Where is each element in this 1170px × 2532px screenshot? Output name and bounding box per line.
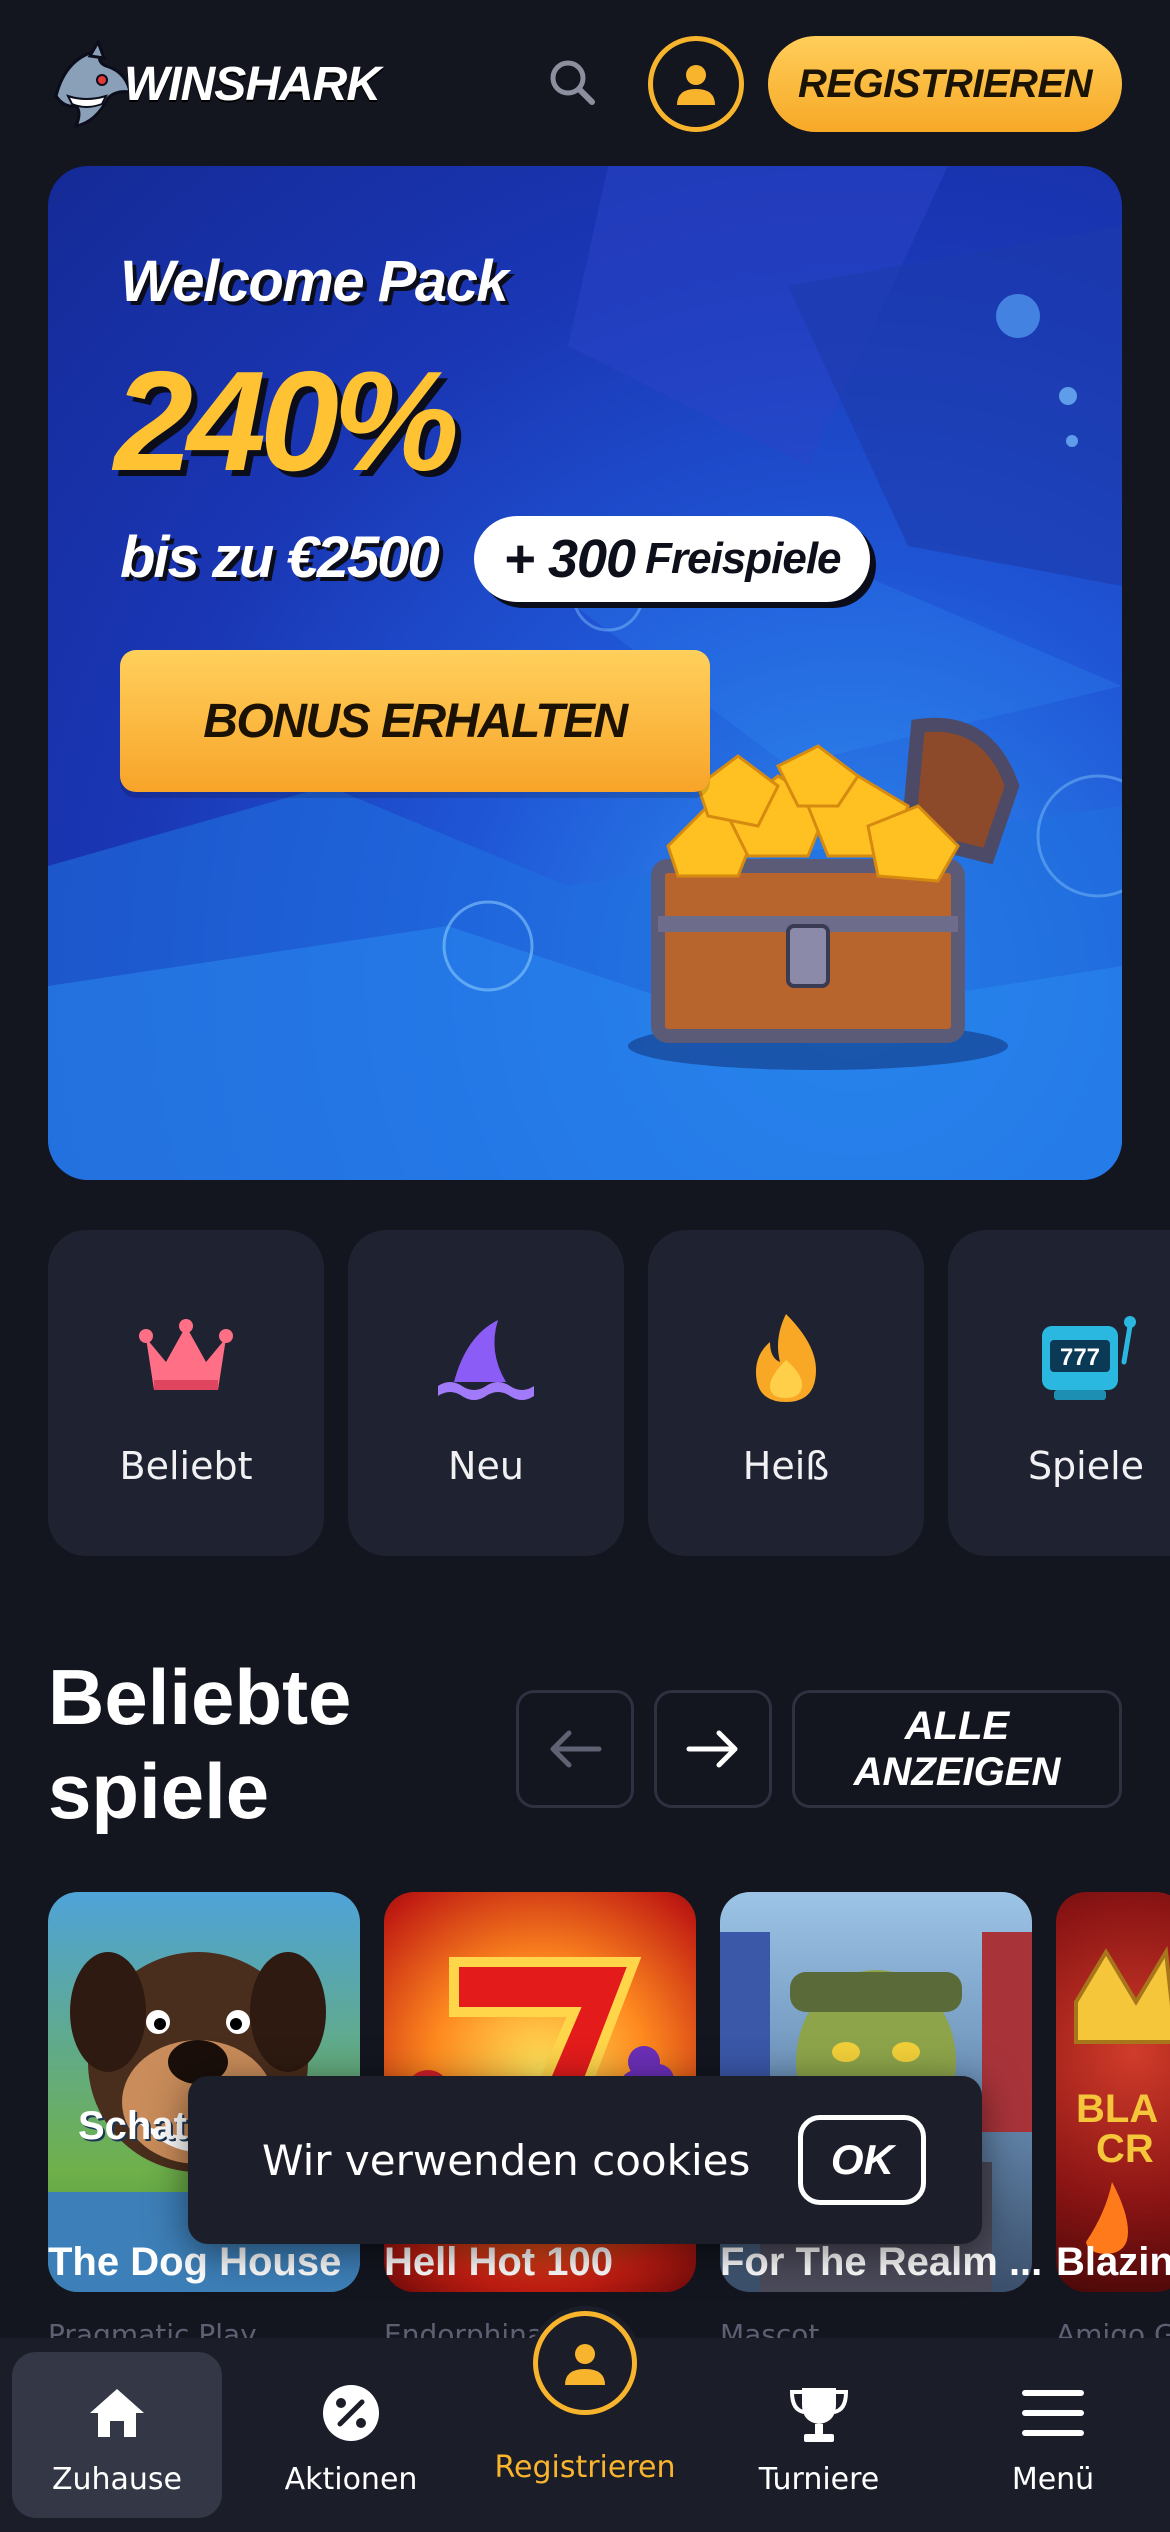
register-button[interactable]: REGISTRIEREN <box>768 36 1122 132</box>
cookie-ok-button[interactable]: OK <box>798 2115 927 2205</box>
bonus-percent: 240% <box>114 342 459 501</box>
free-spins-label: Freispiele <box>645 534 841 583</box>
search-icon <box>550 60 595 105</box>
arrow-right-icon <box>686 1730 738 1768</box>
brand-logo[interactable]: WINSHARK <box>46 36 386 132</box>
nav-label[interactable]: Registrieren <box>470 2450 700 2485</box>
home-icon <box>90 2389 144 2437</box>
blazing-crown-artwork: BLA CR <box>1074 1945 1170 2254</box>
free-spins-count: + 300 <box>503 529 636 589</box>
carousel-prev-button[interactable] <box>516 1690 634 1808</box>
category-hot[interactable]: Heiß <box>648 1230 924 1556</box>
section-title: Beliebte spiele <box>48 1653 352 1835</box>
category-popular[interactable]: Beliebt <box>48 1230 324 1556</box>
game-title[interactable]: Blazin <box>1056 2240 1170 2285</box>
svg-text:777: 777 <box>1060 1344 1100 1371</box>
nav-label: Turniere <box>758 2462 880 2497</box>
svg-text:BLA: BLA <box>1076 2087 1158 2131</box>
category-label: Heiß <box>742 1444 830 1488</box>
nav-menu[interactable]: Menü <box>948 2352 1158 2518</box>
trophy-icon <box>789 2388 849 2442</box>
bonus-max-amount: bis zu €2500 <box>120 525 440 590</box>
nav-label: Aktionen <box>284 2462 418 2497</box>
percent-icon <box>323 2385 379 2441</box>
category-new[interactable]: Neu <box>348 1230 624 1556</box>
game-title[interactable]: The Dog House <box>48 2240 341 2285</box>
game-tile-overlay-text: Schat <box>78 2104 187 2148</box>
user-icon <box>677 65 715 105</box>
user-icon <box>565 2344 605 2385</box>
carousel-next-button[interactable] <box>654 1690 772 1808</box>
category-label: Neu <box>448 1444 524 1488</box>
svg-text:CR: CR <box>1096 2127 1154 2171</box>
account-button[interactable] <box>648 36 744 132</box>
nav-tournaments[interactable]: Turniere <box>714 2352 924 2518</box>
cookie-banner: Wir verwenden cookies OK <box>188 2076 982 2244</box>
nav-home[interactable]: Zuhause <box>12 2352 222 2518</box>
brand-name: WINSHARK <box>124 57 381 111</box>
menu-icon <box>1022 2390 1084 2436</box>
crown-icon <box>139 1319 233 1390</box>
game-title[interactable]: For The Realm ... <box>720 2240 1042 2285</box>
category-games[interactable]: 777 Spiele <box>948 1230 1170 1556</box>
category-label: Spiele <box>1027 1444 1145 1488</box>
game-tile-blazing[interactable]: BLA CR <box>1056 1892 1170 2292</box>
show-all-button[interactable]: ALLE ANZEIGEN <box>792 1690 1122 1808</box>
nav-register[interactable] <box>533 2311 637 2415</box>
free-spins-badge: + 300 Freispiele <box>474 516 870 602</box>
arrow-left-icon <box>550 1730 602 1768</box>
cookie-message: Wir verwenden cookies <box>262 2135 751 2185</box>
game-title[interactable]: Hell Hot 100 <box>384 2240 613 2285</box>
category-label: Beliebt <box>119 1444 253 1488</box>
nav-label: Zuhause <box>51 2462 183 2497</box>
flame-icon <box>756 1314 816 1402</box>
banner-title: Welcome Pack <box>120 249 509 314</box>
slot-machine-icon: 777 <box>1042 1316 1136 1400</box>
nav-label: Menü <box>1011 2462 1095 2497</box>
get-bonus-button[interactable]: BONUS ERHALTEN <box>120 650 710 792</box>
shark-logo-icon <box>54 38 132 129</box>
search-button[interactable] <box>540 50 604 114</box>
nav-promotions[interactable]: Aktionen <box>246 2352 456 2518</box>
shark-fin-icon <box>438 1320 534 1400</box>
